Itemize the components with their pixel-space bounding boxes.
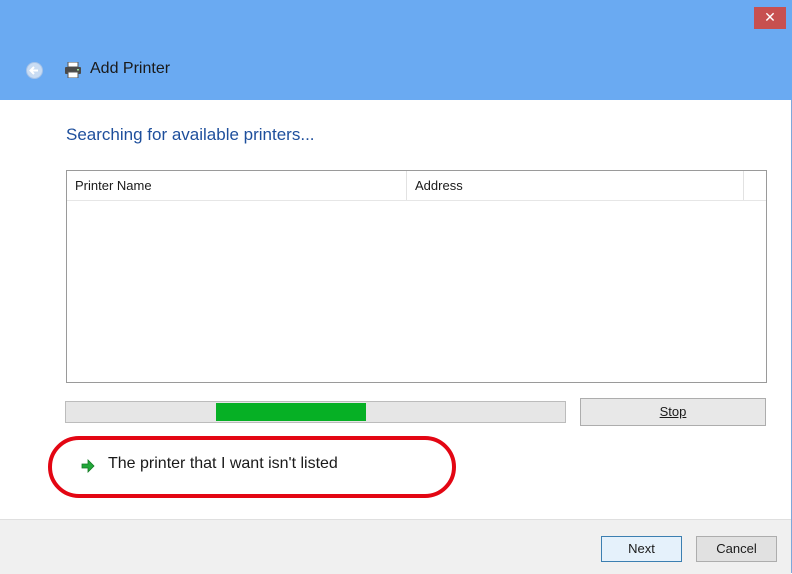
column-header-address[interactable]: Address — [407, 171, 744, 200]
highlight-ring — [48, 436, 456, 498]
close-icon: ✕ — [764, 10, 776, 26]
close-button[interactable]: ✕ — [754, 7, 786, 29]
printer-list[interactable]: Printer Name Address — [66, 170, 767, 383]
next-button[interactable]: Next — [601, 536, 682, 562]
page-heading: Searching for available printers... — [66, 125, 315, 144]
next-button-label: Next — [628, 541, 655, 556]
stop-button-label: Stop — [659, 404, 687, 419]
back-button[interactable] — [26, 62, 43, 79]
column-header-filler — [744, 171, 766, 200]
progress-bar-fill — [216, 403, 366, 421]
cancel-button-label: Cancel — [716, 541, 757, 556]
window-title: Add Printer — [90, 60, 171, 77]
list-header: Printer Name Address — [67, 171, 766, 201]
title-bar: ✕ Add Printer — [0, 0, 792, 100]
back-arrow-icon — [29, 66, 38, 75]
printer-icon — [65, 62, 81, 78]
cancel-button[interactable]: Cancel — [696, 536, 777, 562]
stop-button[interactable]: Stop — [580, 398, 766, 426]
column-header-printer-name[interactable]: Printer Name — [67, 171, 407, 200]
search-progress-bar — [65, 401, 566, 423]
add-printer-window: ✕ Add Printer Searching for available pr… — [0, 0, 792, 574]
